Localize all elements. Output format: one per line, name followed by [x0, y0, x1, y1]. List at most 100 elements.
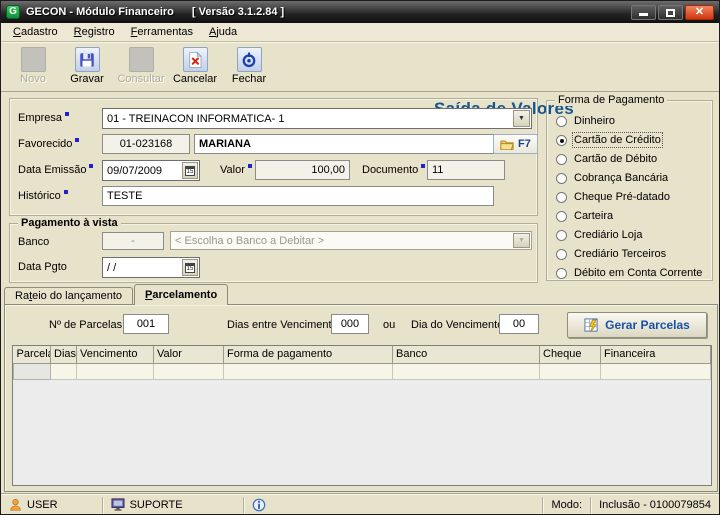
- generate-icon: [584, 317, 598, 332]
- favorecido-code-field[interactable]: 01-023168: [102, 134, 190, 154]
- close-icon: ✕: [694, 5, 705, 18]
- maximize-button[interactable]: [658, 4, 683, 20]
- f7-label: F7: [518, 138, 531, 150]
- valor-label: Valor: [220, 164, 252, 176]
- tab-rateio-lancamento[interactable]: Rateio do lançamento: [4, 287, 134, 305]
- separator: [542, 496, 544, 513]
- save-icon: [74, 47, 100, 72]
- status-modo-label: Modo:: [551, 498, 583, 511]
- novo-button: Novo: [7, 47, 59, 89]
- empresa-combobox[interactable]: 01 - TREINACON INFORMATICA- 1 ▼: [102, 108, 532, 129]
- col-parcela: Parcela: [13, 346, 51, 364]
- close-button[interactable]: ✕: [685, 4, 714, 20]
- radio-icon: [556, 267, 567, 279]
- calendar-button[interactable]: 15: [182, 162, 198, 179]
- tab-parcelamento[interactable]: Parcelamento: [134, 284, 229, 305]
- radio-icon: [556, 153, 567, 165]
- data-pgto-label: Data Pgto: [18, 261, 67, 273]
- radio-icon: [556, 248, 567, 260]
- grid-empty-row[interactable]: [13, 362, 711, 380]
- radio-icon: [556, 229, 567, 241]
- separator: [101, 496, 103, 513]
- banco-code-field: -: [102, 232, 164, 250]
- user-name: USER: [27, 498, 58, 511]
- separator: [590, 496, 592, 513]
- banco-label: Banco: [18, 236, 50, 248]
- forma-pagamento-title: Forma de Pagamento: [555, 94, 668, 106]
- menu-ferramentas[interactable]: Ferramentas: [123, 24, 201, 40]
- minimize-button[interactable]: [631, 4, 656, 20]
- calendar-icon: 15: [185, 165, 195, 176]
- gerar-parcelas-button[interactable]: Gerar Parcelas: [567, 312, 707, 338]
- num-parcelas-field[interactable]: 001: [123, 314, 169, 334]
- fechar-button[interactable]: Fechar: [223, 47, 275, 89]
- required-marker: [65, 112, 70, 116]
- status-user: USER: [5, 498, 62, 511]
- ou-label: ou: [383, 319, 396, 331]
- dias-entre-vencimentos-label: Dias entre Vencimentos: [227, 319, 344, 331]
- new-icon: [20, 47, 46, 72]
- radio-crediario-loja[interactable]: Crediário Loja: [556, 228, 642, 242]
- novo-label: Novo: [20, 73, 46, 85]
- suporte-label: SUPORTE: [129, 498, 183, 511]
- separator: [242, 496, 244, 513]
- radio-cheque-predatado[interactable]: Cheque Pré-datado: [556, 190, 670, 204]
- radio-label: Cheque Pré-datado: [574, 191, 671, 203]
- tab-strip: Rateio do lançamento Parcelamento: [4, 284, 229, 305]
- dia-vencimento-field[interactable]: 00: [499, 314, 539, 334]
- cancelar-label: Cancelar: [172, 73, 218, 85]
- col-cheque: Cheque: [539, 346, 601, 364]
- radio-debito-conta-corrente[interactable]: Débito em Conta Corrente: [556, 266, 702, 280]
- col-vencimento: Vencimento: [76, 346, 154, 364]
- historico-label: Histórico: [18, 190, 68, 202]
- minimize-icon: [639, 12, 648, 16]
- required-marker: [247, 164, 252, 168]
- calendar-button[interactable]: 15: [182, 259, 198, 276]
- radio-label: Crediário Terceiros: [574, 248, 667, 260]
- parcelas-grid[interactable]: Parcela Dias Vencimento Valor Forma de p…: [12, 345, 712, 486]
- data-emissao-field[interactable]: 09/07/2009 15: [102, 160, 200, 181]
- chevron-down-icon[interactable]: ▼: [513, 110, 530, 127]
- gravar-button[interactable]: Gravar: [61, 47, 113, 89]
- cancel-icon: [182, 47, 208, 72]
- radio-cartao-debito[interactable]: Cartão de Débito: [556, 152, 657, 166]
- valor-field[interactable]: 100,00: [255, 160, 350, 180]
- forma-pagamento-group: Forma de Pagamento Dinheiro Cartão de Cr…: [546, 94, 713, 281]
- menu-cadastro[interactable]: Cadastro: [5, 24, 66, 40]
- status-modo-value: Inclusão - 0100079854: [599, 498, 711, 511]
- radio-crediario-terceiros[interactable]: Crediário Terceiros: [556, 247, 666, 261]
- menu-ajuda[interactable]: Ajuda: [201, 24, 245, 40]
- data-pgto-field[interactable]: / / 15: [102, 257, 200, 278]
- status-suporte: SUPORTE: [107, 498, 187, 511]
- user-icon: [10, 498, 21, 511]
- chevron-down-icon: ▼: [513, 233, 530, 248]
- app-icon: G: [6, 5, 20, 19]
- data-pgto-value: / /: [107, 261, 117, 274]
- historico-field[interactable]: TESTE: [102, 186, 494, 206]
- favorecido-name-field[interactable]: MARIANA: [194, 134, 494, 154]
- col-forma-pagamento: Forma de pagamento: [223, 346, 393, 364]
- gravar-label: Gravar: [70, 73, 104, 85]
- radio-cobranca-bancaria[interactable]: Cobrança Bancária: [556, 171, 668, 185]
- radio-dinheiro[interactable]: Dinheiro: [556, 114, 615, 128]
- pagamento-vista-title: Pagamento à vista: [18, 217, 121, 229]
- menu-registro[interactable]: Registro: [66, 24, 123, 40]
- toolbar: Novo Gravar Consultar Cancelar Fechar Va…: [1, 42, 719, 118]
- empresa-label: Empresa: [18, 112, 70, 124]
- radio-label: Cartão de Débito: [574, 153, 658, 165]
- menu-bar: Cadastro Registro Ferramentas Ajuda: [1, 23, 719, 42]
- dias-entre-vencimentos-field[interactable]: 000: [331, 314, 369, 334]
- radio-carteira[interactable]: Carteira: [556, 209, 613, 223]
- grid-header-row: Parcela Dias Vencimento Valor Forma de p…: [13, 346, 711, 364]
- radio-label: Cartão de Crédito: [572, 132, 663, 148]
- status-info[interactable]: [248, 498, 270, 512]
- radio-selected-icon: [556, 134, 567, 146]
- radio-cartao-credito[interactable]: Cartão de Crédito: [556, 132, 663, 148]
- cancelar-button[interactable]: Cancelar: [169, 47, 221, 89]
- radio-icon: [556, 115, 567, 127]
- documento-field[interactable]: 11: [427, 160, 505, 180]
- favorecido-search-button[interactable]: F7: [493, 134, 538, 154]
- consultar-label: Consultar: [117, 73, 165, 85]
- col-valor: Valor: [153, 346, 224, 364]
- window-version: [ Versão 3.1.2.84 ]: [191, 6, 285, 18]
